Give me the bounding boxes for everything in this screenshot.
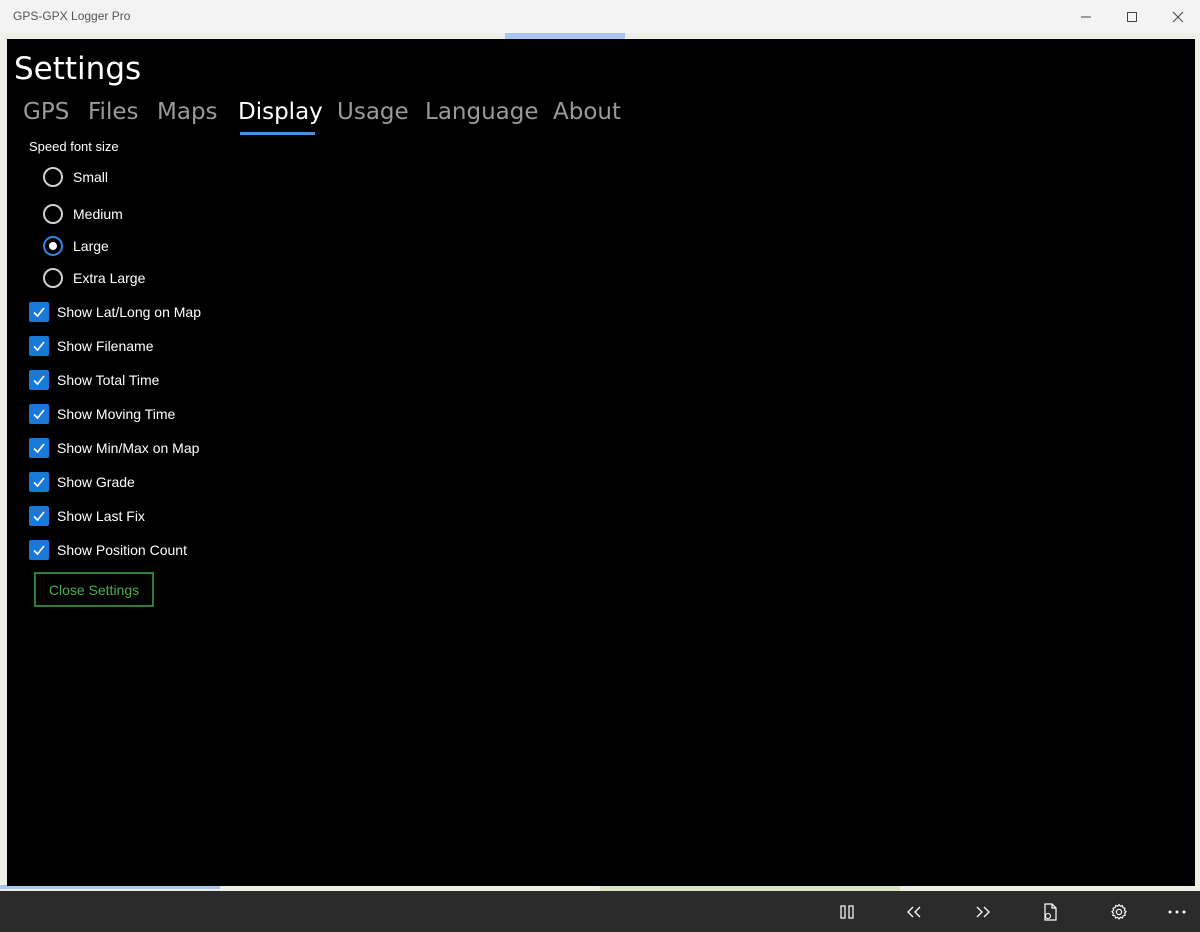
checkmark-icon <box>33 409 45 420</box>
checkbox-label: Show Total Time <box>57 372 160 388</box>
pause-button[interactable] <box>827 891 867 932</box>
checkmark-icon <box>33 477 45 488</box>
document-icon <box>1044 902 1057 921</box>
checkbox[interactable] <box>29 370 49 390</box>
checkmark-icon <box>33 511 45 522</box>
page-title: Settings <box>14 51 142 87</box>
checkbox-label: Show Position Count <box>57 542 187 558</box>
settings-gear-icon <box>1111 903 1127 920</box>
tab-maps[interactable]: Maps <box>157 99 218 125</box>
checkbox-show-min-max[interactable]: Show Min/Max on Map <box>29 438 199 458</box>
radio-label: Medium <box>73 206 123 222</box>
app-title: GPS-GPX Logger Pro <box>13 9 131 23</box>
tab-files[interactable]: Files <box>88 99 138 125</box>
active-tab-indicator <box>240 132 315 135</box>
maximize-icon <box>1127 11 1137 22</box>
title-bar: GPS-GPX Logger Pro <box>0 0 1200 34</box>
next-button[interactable] <box>963 891 1003 932</box>
pause-icon <box>840 904 854 919</box>
checkbox-show-position-count[interactable]: Show Position Count <box>29 540 187 560</box>
checkmark-icon <box>33 341 45 352</box>
close-settings-button[interactable]: Close Settings <box>34 572 154 607</box>
tab-about[interactable]: About <box>553 99 621 125</box>
radio-button[interactable] <box>43 167 63 187</box>
radio-large[interactable]: Large <box>43 235 109 257</box>
tab-language[interactable]: Language <box>425 99 539 125</box>
checkbox-label: Show Lat/Long on Map <box>57 304 201 320</box>
checkbox-show-filename[interactable]: Show Filename <box>29 336 154 356</box>
checkbox[interactable] <box>29 404 49 424</box>
radio-extra-large[interactable]: Extra Large <box>43 267 145 289</box>
checkmark-icon <box>33 443 45 454</box>
checkbox-show-lat-long[interactable]: Show Lat/Long on Map <box>29 302 201 322</box>
more-icon <box>1168 910 1186 913</box>
checkbox[interactable] <box>29 506 49 526</box>
checkbox[interactable] <box>29 438 49 458</box>
radio-label: Small <box>73 169 109 185</box>
radio-small[interactable]: Small <box>43 166 108 188</box>
bottom-app-bar <box>0 891 1200 932</box>
checkbox-label: Show Moving Time <box>57 406 176 422</box>
checkbox[interactable] <box>29 336 49 356</box>
maximize-button[interactable] <box>1109 0 1155 33</box>
checkbox-show-last-fix[interactable]: Show Last Fix <box>29 506 145 526</box>
next-icon <box>976 906 990 917</box>
checkbox[interactable] <box>29 540 49 560</box>
previous-icon <box>907 906 921 917</box>
radio-button[interactable] <box>43 268 63 288</box>
speed-font-size-label: Speed font size <box>29 139 119 154</box>
minimize-icon <box>1081 16 1091 17</box>
previous-button[interactable] <box>894 891 934 932</box>
checkbox-label: Show Last Fix <box>57 508 145 524</box>
minimize-button[interactable] <box>1063 0 1109 33</box>
document-button[interactable] <box>1030 891 1070 932</box>
checkbox-show-moving-time[interactable]: Show Moving Time <box>29 404 175 424</box>
checkbox-label: Show Min/Max on Map <box>57 440 200 456</box>
radio-button-selected[interactable] <box>43 236 63 256</box>
checkbox[interactable] <box>29 302 49 322</box>
checkmark-icon <box>33 545 45 556</box>
tab-usage[interactable]: Usage <box>337 99 409 125</box>
checkbox-show-grade[interactable]: Show Grade <box>29 472 135 492</box>
checkbox[interactable] <box>29 472 49 492</box>
checkmark-icon <box>33 307 45 318</box>
radio-label: Extra Large <box>73 270 146 286</box>
settings-button[interactable] <box>1099 891 1139 932</box>
checkbox-show-total-time[interactable]: Show Total Time <box>29 370 159 390</box>
tab-gps[interactable]: GPS <box>23 99 69 125</box>
radio-label: Large <box>73 238 109 254</box>
settings-panel: Settings GPS Files Maps Display Usage La… <box>7 39 1195 886</box>
checkbox-label: Show Grade <box>57 474 135 490</box>
more-button[interactable] <box>1157 891 1197 932</box>
tab-display[interactable]: Display <box>238 99 323 125</box>
close-icon <box>1172 11 1184 22</box>
close-window-button[interactable] <box>1155 0 1200 33</box>
radio-medium[interactable]: Medium <box>43 203 123 225</box>
checkbox-label: Show Filename <box>57 338 154 354</box>
radio-button[interactable] <box>43 204 63 224</box>
checkmark-icon <box>33 375 45 386</box>
